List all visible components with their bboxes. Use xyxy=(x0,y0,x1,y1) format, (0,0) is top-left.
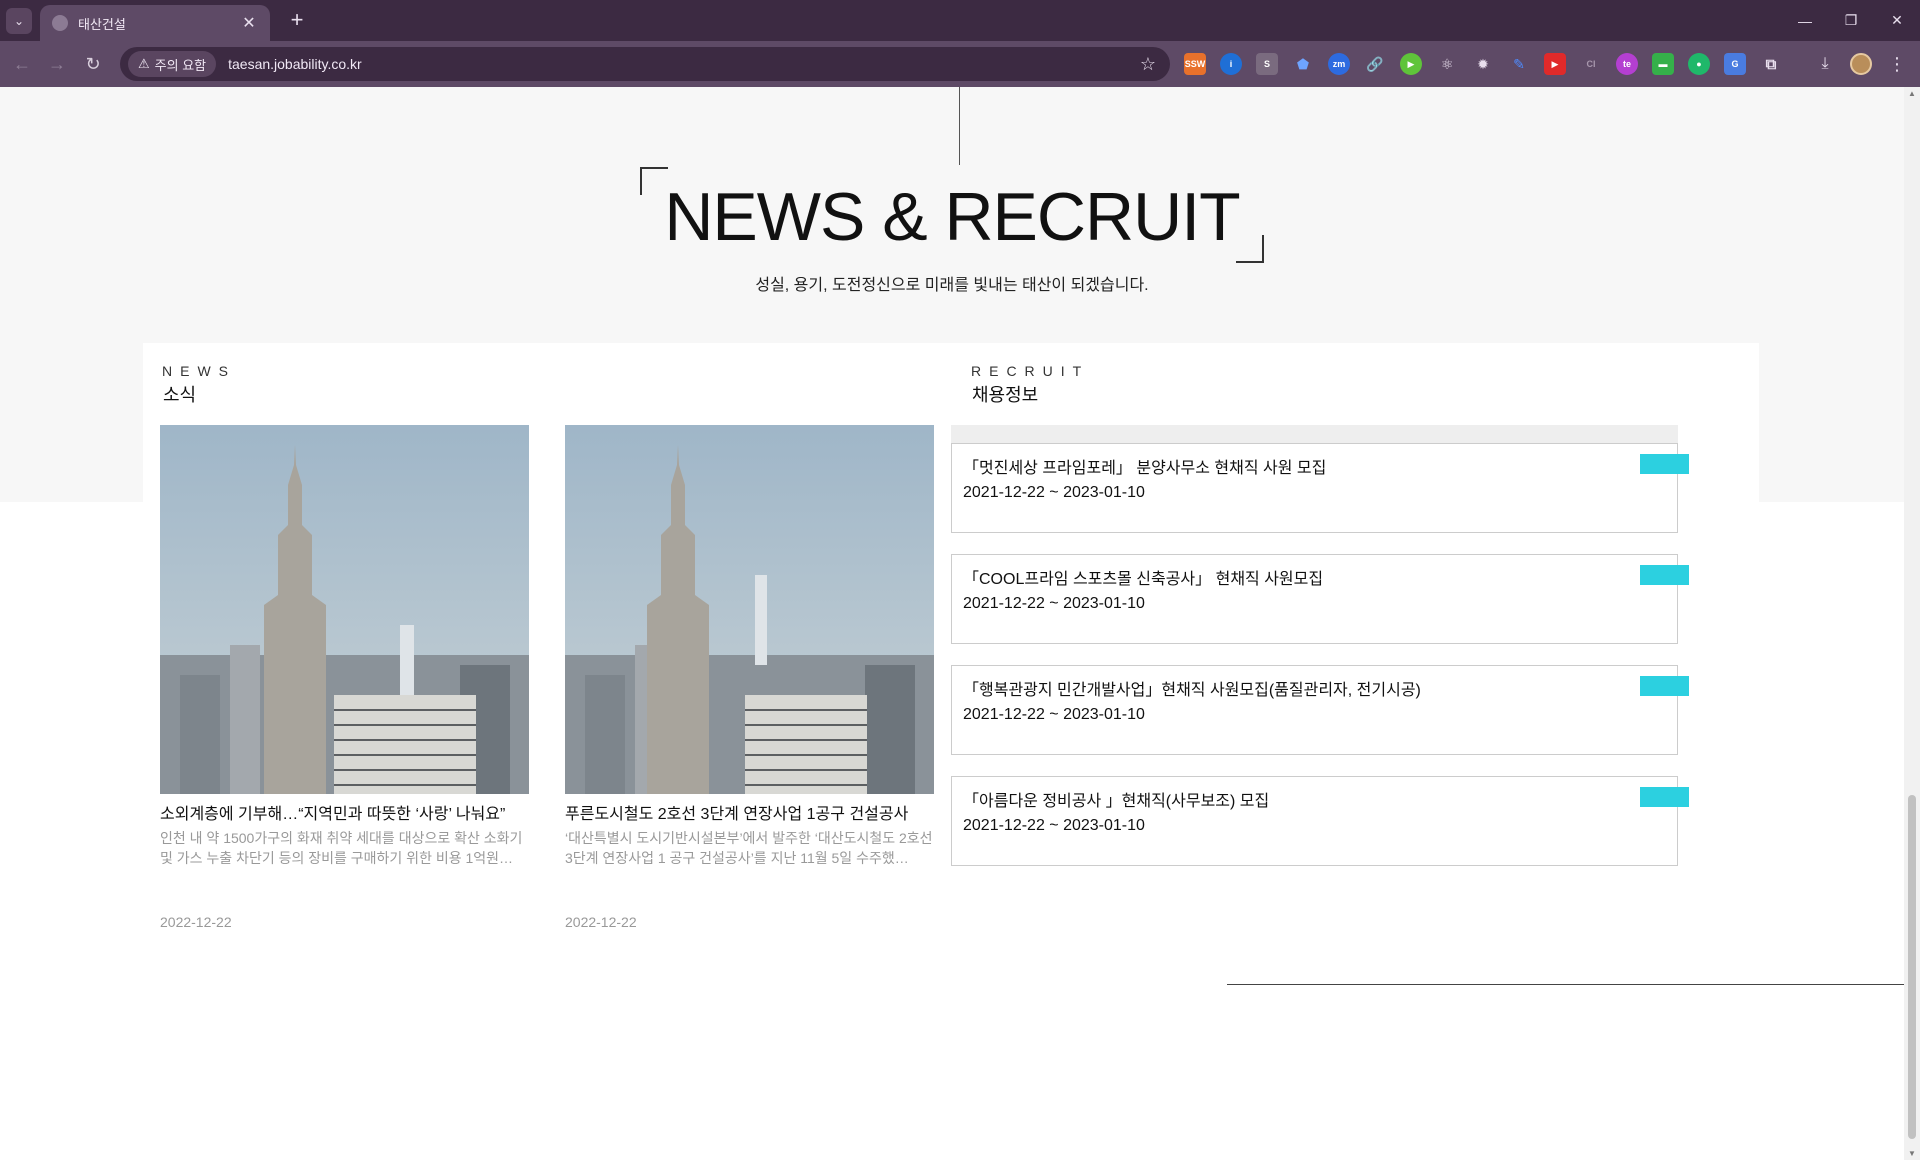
recruit-title[interactable]: 「멋진세상 프라임포레」 분양사무소 현채직 사원 모집 xyxy=(963,454,1666,478)
translate-extension-icon[interactable]: G xyxy=(1724,53,1746,75)
reload-icon[interactable]: ↻ xyxy=(81,52,105,76)
page-scrollbar[interactable]: ▲ ▼ xyxy=(1904,87,1920,1160)
favicon-icon xyxy=(52,15,68,31)
news-thumbnail-image[interactable] xyxy=(160,425,529,794)
recruit-label-ko: 채용정보 xyxy=(972,385,1039,405)
corner-bracket-top-left xyxy=(640,167,669,195)
toolbar-right: ⤓ ⋮ xyxy=(1814,53,1908,75)
restore-icon[interactable]: ❐ xyxy=(1828,0,1874,41)
card-extension-icon[interactable]: ▬ xyxy=(1652,53,1674,75)
extensions-row: SSW i S ⬟ zm 🔗 ▶ ⚛ ✹ ✎ ▶ CI te ▬ ● G ⧉ xyxy=(1184,53,1782,75)
news-date: 2022-12-22 xyxy=(565,914,637,930)
news-label-en: NEWS xyxy=(162,363,236,379)
s-extension-icon[interactable]: S xyxy=(1256,53,1278,75)
recruit-status-badge xyxy=(1640,676,1689,696)
url-text[interactable]: taesan.jobability.co.kr xyxy=(228,56,1140,72)
recruit-item[interactable]: 「행복관광지 민간개발사업」현채직 사원모집(품질관리자, 전기시공) 2021… xyxy=(951,665,1689,755)
news-card[interactable]: 소외계층에 기부해…“지역민과 따뜻한 ‘사랑’ 나눠요” 인천 내 약 150… xyxy=(160,425,529,930)
security-label: 주의 요함 xyxy=(154,57,207,73)
scroll-down-arrow-icon[interactable]: ▼ xyxy=(1908,1149,1916,1158)
news-description: ‘대산특별시 도시기반시설본부’에서 발주한 ‘대산도시철도 2호선 3단계 연… xyxy=(565,830,933,866)
menu-dots-icon[interactable]: ⋮ xyxy=(1886,53,1908,75)
zoom-extension-icon[interactable]: zm xyxy=(1328,53,1350,75)
recruit-title[interactable]: 「행복관광지 민간개발사업」현채직 사원모집(품질관리자, 전기시공) xyxy=(963,676,1666,700)
active-tab[interactable]: 태산건설 ✕ xyxy=(40,5,270,41)
news-description: 인천 내 약 1500가구의 화재 취약 세대를 대상으로 확산 소화기 및 가… xyxy=(160,830,523,866)
section-heading: NEWS & RECRUIT xyxy=(640,167,1264,263)
pen-extension-icon[interactable]: ✎ xyxy=(1508,53,1530,75)
address-bar[interactable]: ⚠ 주의 요함 taesan.jobability.co.kr ☆ xyxy=(120,47,1170,81)
close-window-icon[interactable]: ✕ xyxy=(1874,0,1920,41)
recruit-item[interactable]: 「멋진세상 프라임포레」 분양사무소 현채직 사원 모집 2021-12-22 … xyxy=(951,443,1689,533)
recruit-status-badge xyxy=(1640,787,1689,807)
news-card[interactable]: 푸른도시철도 2호선 3단계 연장사업 1공구 건설공사 ‘대산특별시 도시기반… xyxy=(565,425,934,930)
heading-text: NEWS & RECRUIT xyxy=(664,179,1240,255)
scroll-up-arrow-icon[interactable]: ▲ xyxy=(1908,89,1916,98)
chat-extension-icon[interactable]: ● xyxy=(1688,53,1710,75)
ci-extension-icon[interactable]: CI xyxy=(1580,53,1602,75)
tab-title: 태산건설 xyxy=(78,16,126,32)
page-viewport: NEWS & RECRUIT 성실, 용기, 도전정신으로 미래를 빛내는 태산… xyxy=(0,87,1904,1160)
browser-toolbar: ← → ↻ ⚠ 주의 요함 taesan.jobability.co.kr ☆ … xyxy=(0,41,1920,87)
recruit-date: 2021-12-22 ~ 2023-01-10 xyxy=(963,706,1145,723)
browser-tabbar: ⌄ 태산건설 ✕ + — ❐ ✕ xyxy=(0,0,1920,41)
recruit-date: 2021-12-22 ~ 2023-01-10 xyxy=(963,817,1145,834)
te-extension-icon[interactable]: te xyxy=(1616,53,1638,75)
security-warning-chip[interactable]: ⚠ 주의 요함 xyxy=(128,51,217,77)
recruit-title[interactable]: 「아름다운 정비공사 」현채직(사무보조) 모집 xyxy=(963,787,1666,811)
puzzle-extensions-icon[interactable]: ⧉ xyxy=(1760,53,1782,75)
recruit-list-header-bar xyxy=(951,425,1678,443)
news-date: 2022-12-22 xyxy=(160,914,232,930)
close-tab-icon[interactable]: ✕ xyxy=(240,13,258,33)
recruit-item[interactable]: 「아름다운 정비공사 」현채직(사무보조) 모집 2021-12-22 ~ 20… xyxy=(951,776,1689,866)
decorative-vertical-line xyxy=(959,87,960,165)
back-arrow-icon[interactable]: ← xyxy=(10,52,34,76)
forward-arrow-icon[interactable]: → xyxy=(45,52,69,76)
corner-bracket-bottom-right xyxy=(1235,235,1264,263)
play-extension-icon[interactable]: ▶ xyxy=(1400,53,1422,75)
news-title[interactable]: 소외계층에 기부해…“지역민과 따뜻한 ‘사랑’ 나눠요” xyxy=(160,800,529,824)
recruit-title[interactable]: 「COOL프라임 스포츠몰 신축공사」 현채직 사원모집 xyxy=(963,565,1666,589)
recruit-date: 2021-12-22 ~ 2023-01-10 xyxy=(963,484,1145,501)
shield-extension-icon[interactable]: ⬟ xyxy=(1292,53,1314,75)
tab-list-chevron-down-icon[interactable]: ⌄ xyxy=(6,8,32,34)
news-label-ko: 소식 xyxy=(163,385,197,405)
section-heading-wrap: NEWS & RECRUIT xyxy=(0,167,1904,263)
recruit-status-badge xyxy=(1640,454,1689,474)
ssw-extension-icon[interactable]: SSW xyxy=(1184,53,1206,75)
window-controls: — ❐ ✕ xyxy=(1782,0,1920,41)
react-extension-icon[interactable]: ⚛ xyxy=(1436,53,1458,75)
section-subtitle: 성실, 용기, 도전정신으로 미래를 빛내는 태산이 되겠습니다. xyxy=(755,277,1149,294)
news-thumbnail-image[interactable] xyxy=(565,425,934,794)
download-icon[interactable]: ⤓ xyxy=(1814,53,1836,75)
youtube-extension-icon[interactable]: ▶ xyxy=(1544,53,1566,75)
recruit-status-badge xyxy=(1640,565,1689,585)
warning-triangle-icon: ⚠ xyxy=(138,56,150,71)
link-extension-icon[interactable]: 🔗 xyxy=(1364,53,1386,75)
news-title[interactable]: 푸른도시철도 2호선 3단계 연장사업 1공구 건설공사 xyxy=(565,800,934,824)
bookmark-star-icon[interactable]: ☆ xyxy=(1140,54,1156,75)
recruit-item[interactable]: 「COOL프라임 스포츠몰 신축공사」 현채직 사원모집 2021-12-22 … xyxy=(951,554,1689,644)
recruit-date: 2021-12-22 ~ 2023-01-10 xyxy=(963,595,1145,612)
new-tab-plus-icon[interactable]: + xyxy=(284,8,310,34)
info-extension-icon[interactable]: i xyxy=(1220,53,1242,75)
decorative-horizontal-line xyxy=(1227,984,1904,985)
recruit-label-en: RECRUIT xyxy=(971,363,1090,379)
profile-avatar[interactable] xyxy=(1850,53,1872,75)
gear-extension-icon[interactable]: ✹ xyxy=(1472,53,1494,75)
minimize-icon[interactable]: — xyxy=(1782,0,1828,41)
scroll-thumb[interactable] xyxy=(1908,795,1916,1139)
